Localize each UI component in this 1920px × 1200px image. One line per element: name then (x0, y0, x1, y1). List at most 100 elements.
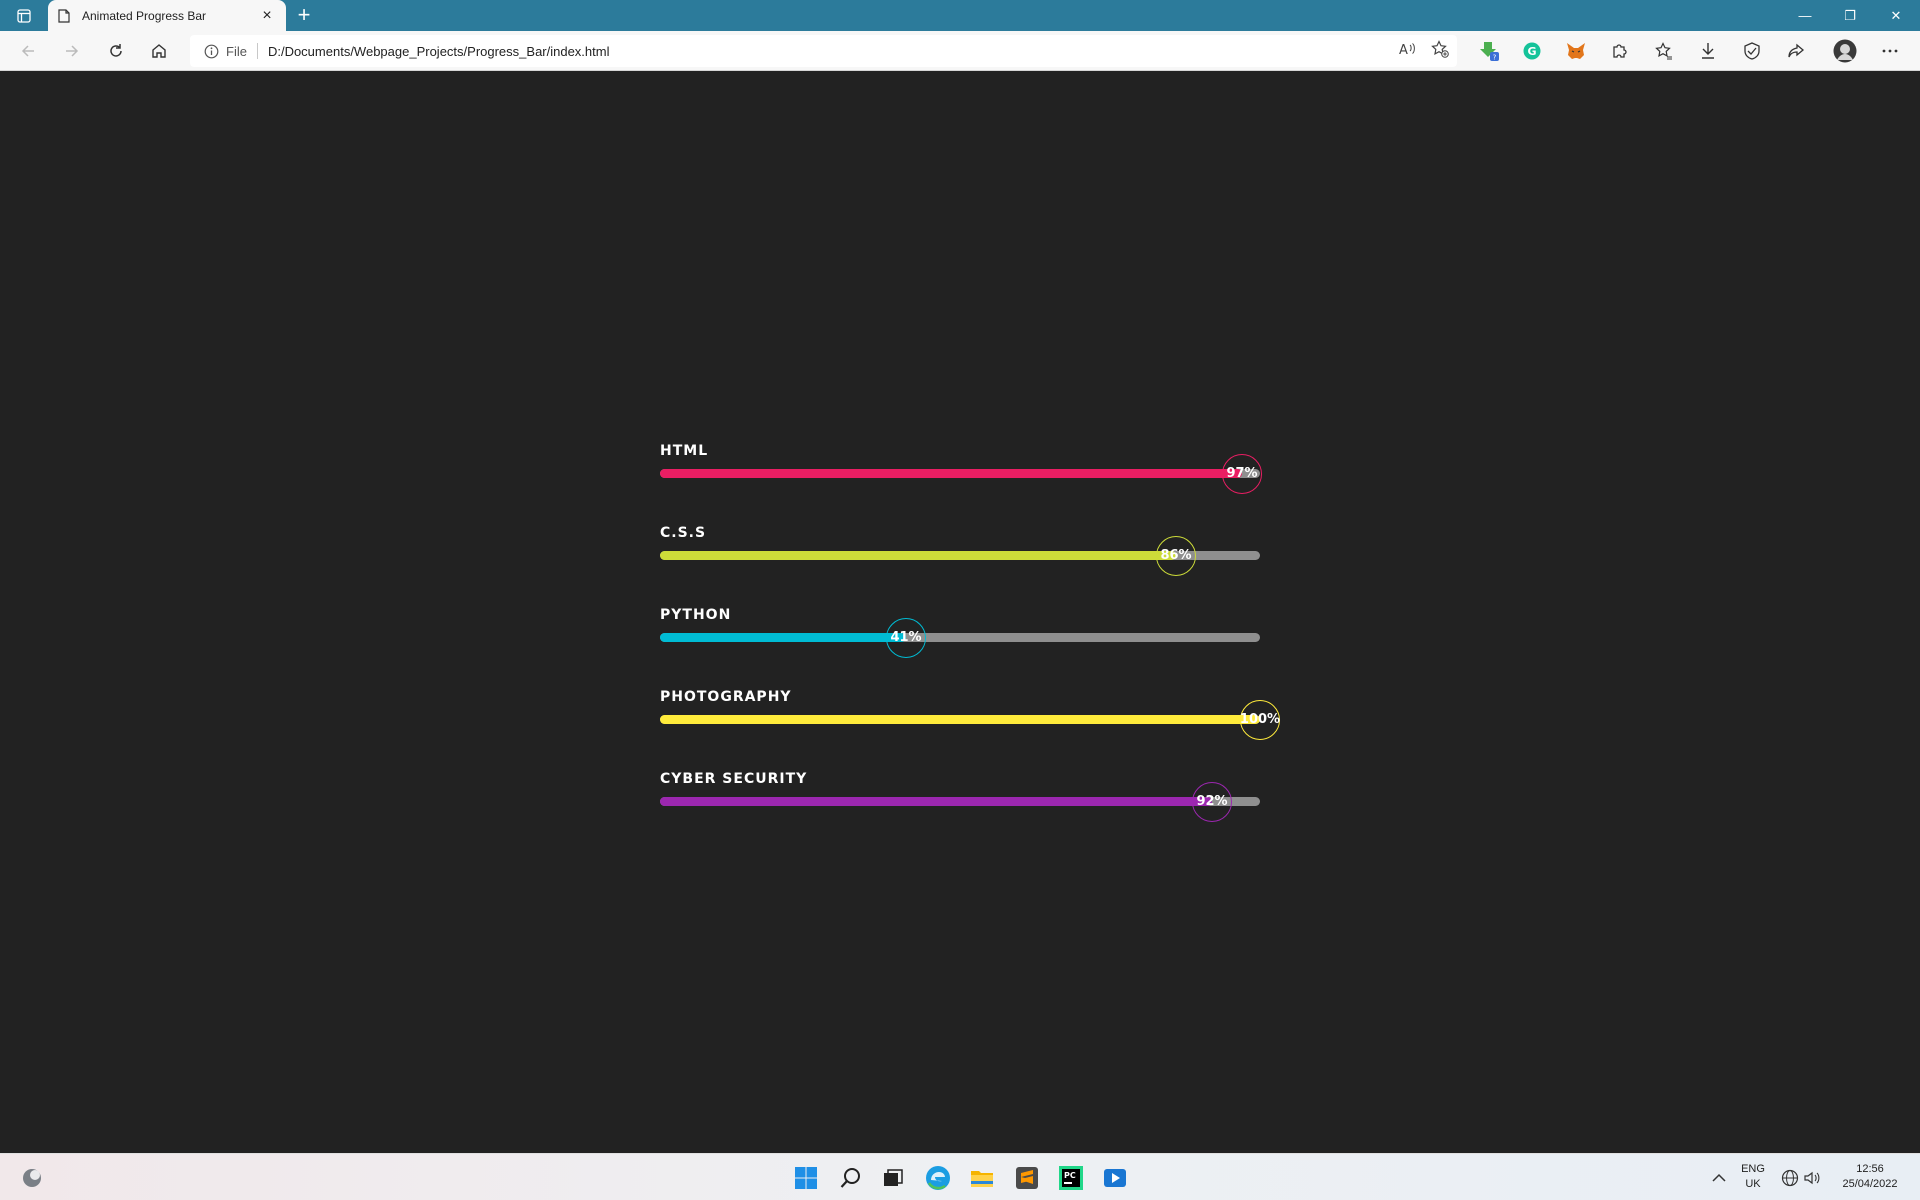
favorites-button[interactable] (1649, 36, 1679, 66)
media-player-icon (1104, 1169, 1126, 1187)
skills-list: HTML 97% C.S.S 86% PYTHON 41% PHOTOGRAPH… (660, 443, 1280, 853)
profile-button[interactable] (1830, 36, 1860, 66)
file-explorer-button[interactable] (966, 1162, 998, 1194)
task-view-icon (884, 1169, 903, 1186)
home-button[interactable] (144, 36, 174, 66)
progress-track: 92% (660, 781, 1260, 822)
restore-button[interactable]: ❐ (1828, 0, 1872, 31)
tab-close-button[interactable]: × (258, 7, 276, 25)
page-icon (58, 8, 70, 23)
volume-button[interactable] (1796, 1162, 1828, 1194)
skill-cyber-security: CYBER SECURITY 92% (660, 771, 1260, 853)
extensions-button[interactable] (1605, 36, 1635, 66)
browser-toolbar: File D:/Documents/Webpage_Projects/Progr… (0, 31, 1920, 71)
clock-time: 12:56 (1856, 1163, 1884, 1175)
downloads-icon (1702, 43, 1714, 59)
chevron-up-icon (1712, 1173, 1726, 1182)
volume-icon (1804, 1171, 1820, 1185)
tab-actions-button[interactable] (0, 0, 47, 31)
clock[interactable]: 12:56 25/04/2022 (1830, 1162, 1910, 1192)
progress-fill (660, 715, 1260, 724)
language-code: ENG (1741, 1163, 1765, 1175)
active-tab[interactable]: Animated Progress Bar × (48, 0, 286, 31)
percent-badge: 92% (1192, 781, 1232, 822)
favorites-icon (1655, 42, 1672, 60)
progress-track: 97% (660, 453, 1262, 494)
widgets-button[interactable] (16, 1162, 48, 1194)
weather-widget-icon (23, 1169, 41, 1187)
media-player-button[interactable] (1099, 1162, 1131, 1194)
new-tab-button[interactable]: + (290, 3, 318, 29)
svg-text:?: ? (1493, 54, 1497, 62)
skill-photography: PHOTOGRAPHY 100% (660, 689, 1280, 771)
progress-fill (660, 551, 1176, 560)
title-bar: Animated Progress Bar × + — ❐ ✕ (0, 0, 1920, 31)
edge-icon (926, 1166, 950, 1190)
percent-badge: 41% (886, 617, 926, 658)
tab-actions-icon (16, 8, 31, 23)
extensions-icon (1613, 44, 1627, 58)
progress-track: 100% (660, 699, 1280, 740)
search-icon (840, 1168, 860, 1188)
more-menu-button[interactable] (1875, 36, 1905, 66)
grammarly-icon: G (1523, 42, 1541, 60)
grammarly-button[interactable]: G (1517, 36, 1547, 66)
home-icon (152, 44, 166, 58)
forward-icon (66, 45, 79, 57)
input-language-indicator[interactable]: ENG UK (1728, 1162, 1778, 1192)
forward-button[interactable] (57, 36, 87, 66)
progress-track: 86% (660, 535, 1260, 576)
profile-avatar (1833, 39, 1857, 63)
read-aloud-icon[interactable]: A (1399, 41, 1417, 62)
metamask-button[interactable] (1561, 36, 1591, 66)
region-code: UK (1745, 1178, 1761, 1190)
share-icon (1788, 43, 1805, 58)
refresh-button[interactable] (101, 36, 131, 66)
back-button[interactable] (13, 36, 43, 66)
percent-badge: 100% (1240, 699, 1280, 740)
start-icon (795, 1167, 817, 1189)
sublime-text-icon (1016, 1167, 1038, 1189)
progress-fill (660, 633, 906, 642)
skill-label: PYTHON (660, 607, 732, 623)
refresh-icon (110, 44, 122, 57)
search-button[interactable] (835, 1162, 867, 1194)
page-content: HTML 97% C.S.S 86% PYTHON 41% PHOTOGRAPH… (0, 71, 1920, 1153)
percent-badge: 86% (1156, 535, 1196, 576)
task-view-button[interactable] (877, 1162, 909, 1194)
progress-fill (660, 797, 1212, 806)
extension-download-button[interactable]: ? (1474, 36, 1504, 66)
address-separator (256, 43, 258, 59)
more-menu-icon (1882, 49, 1898, 53)
add-favorite-icon[interactable] (1431, 39, 1449, 63)
info-icon[interactable] (200, 44, 222, 59)
back-icon (21, 45, 34, 57)
pycharm-button[interactable]: PC (1055, 1162, 1087, 1194)
browser-essentials-button[interactable] (1737, 36, 1767, 66)
skill-html: HTML 97% (660, 443, 1262, 525)
edge-taskbar-button[interactable] (922, 1162, 954, 1194)
sublime-text-button[interactable] (1011, 1162, 1043, 1194)
skill-python: PYTHON 41% (660, 607, 1260, 689)
metamask-icon (1567, 43, 1585, 59)
clock-date: 25/04/2022 (1842, 1178, 1898, 1190)
share-button[interactable] (1781, 36, 1811, 66)
skill-css: C.S.S 86% (660, 525, 1260, 607)
browser-essentials-icon (1744, 42, 1760, 60)
pycharm-icon: PC (1059, 1166, 1083, 1190)
skill-label: PHOTOGRAPHY (660, 689, 792, 705)
skill-label: HTML (660, 443, 709, 459)
skill-label: CYBER SECURITY (660, 771, 808, 787)
percent-badge: 97% (1222, 453, 1262, 494)
downloads-button[interactable] (1693, 36, 1723, 66)
url-text[interactable]: D:/Documents/Webpage_Projects/Progress_B… (268, 44, 610, 59)
start-button[interactable] (790, 1162, 822, 1194)
address-bar[interactable]: File D:/Documents/Webpage_Projects/Progr… (190, 35, 1457, 67)
scheme-label: File (226, 43, 247, 59)
progress-track: 41% (660, 617, 1260, 658)
svg-text:G: G (1527, 45, 1536, 58)
close-window-button[interactable]: ✕ (1874, 0, 1918, 31)
extension-download-icon: ? (1480, 42, 1499, 62)
minimize-button[interactable]: — (1783, 0, 1827, 31)
svg-text:PC: PC (1064, 1171, 1076, 1180)
